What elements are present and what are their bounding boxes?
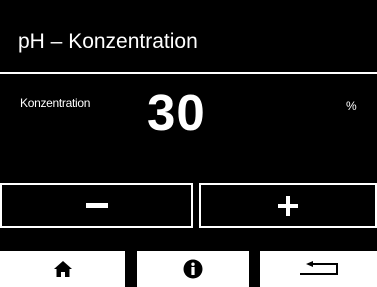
home-button[interactable] (0, 251, 125, 287)
value-unit: % (346, 99, 357, 113)
back-arrow-icon (299, 261, 338, 275)
screen: pH – Konzentration Konzentration 30 % (0, 0, 377, 287)
minus-icon (85, 203, 108, 208)
title-divider (0, 72, 377, 74)
decrement-button[interactable] (0, 183, 193, 228)
concentration-value: 30 (147, 84, 206, 141)
value-label: Konzentration (20, 96, 91, 110)
plus-icon (278, 195, 298, 216)
page-title: pH – Konzentration (18, 30, 198, 53)
info-icon (183, 259, 203, 279)
back-button[interactable] (260, 251, 377, 287)
increment-button[interactable] (199, 183, 377, 228)
info-button[interactable] (137, 251, 249, 287)
home-icon (53, 261, 72, 277)
